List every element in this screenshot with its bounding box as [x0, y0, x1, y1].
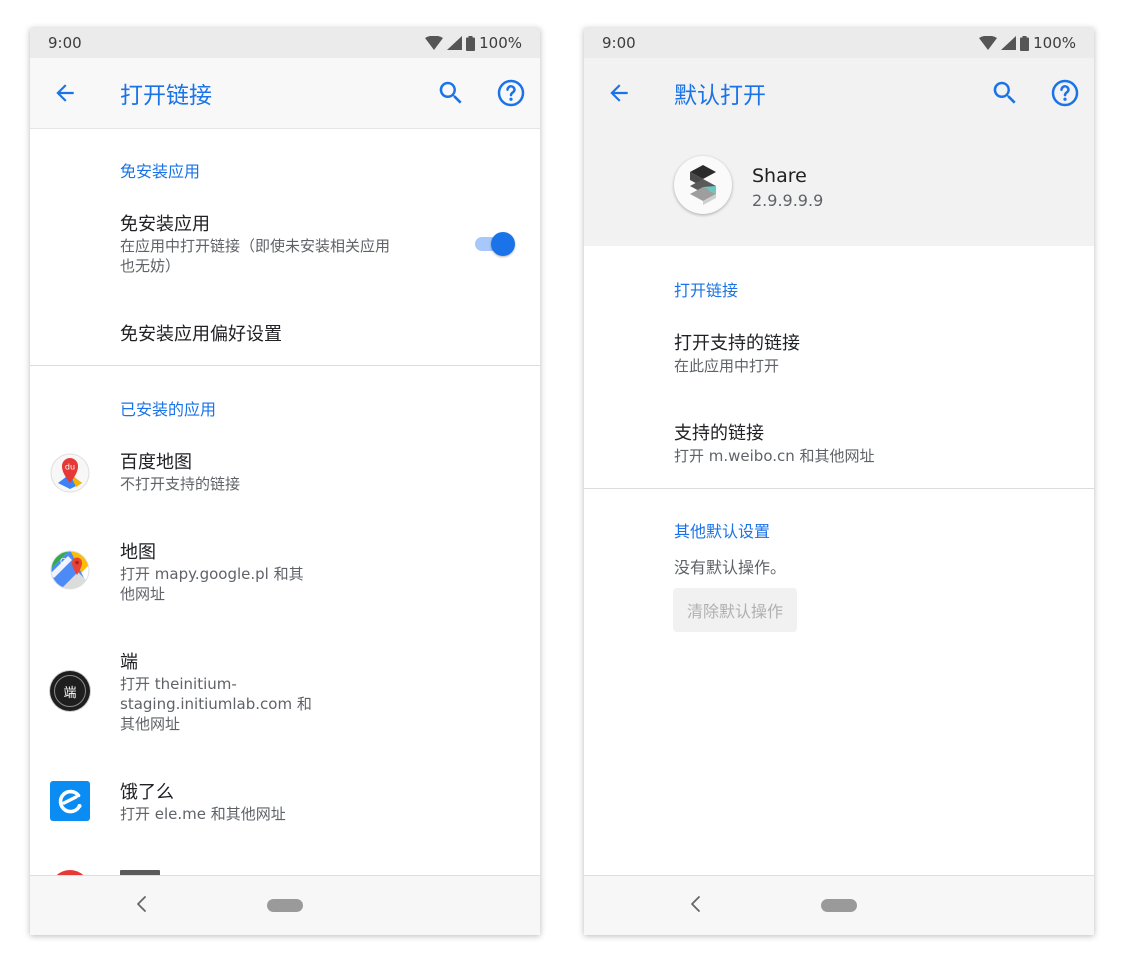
section-header-open-links: 打开链接: [674, 281, 739, 300]
app-info-header: Share 2.9.9.9.9: [584, 128, 1094, 246]
section-header-installed-apps: 已安装的应用: [120, 400, 217, 419]
page-title: 默认打开: [674, 83, 766, 109]
help-icon[interactable]: [1050, 78, 1080, 108]
wifi-icon: [425, 36, 444, 50]
app-bar: 默认打开: [584, 58, 1094, 128]
back-arrow-icon[interactable]: [52, 80, 78, 106]
wifi-icon: [979, 36, 998, 50]
status-bar: 9:00 100%: [584, 28, 1094, 58]
battery-icon: [1020, 35, 1030, 51]
instant-apps-subtitle-line: 也无妨）: [120, 257, 181, 275]
nav-back-icon[interactable]: [134, 894, 150, 914]
status-time: 9:00: [48, 34, 82, 52]
app-name: 百度地图: [120, 452, 192, 473]
svg-text:du: du: [65, 463, 75, 472]
supported-links-title: 支持的链接: [674, 423, 764, 444]
section-header-instant-apps: 免安装应用: [120, 162, 201, 181]
nav-home-pill[interactable]: [821, 899, 857, 912]
help-icon[interactable]: [496, 78, 526, 108]
status-icons: 100%: [979, 34, 1076, 52]
eleme-icon: [50, 781, 90, 821]
description-line: staging.initiumlab.com 和: [120, 695, 312, 713]
open-supported-links-subtitle: 在此应用中打开: [674, 357, 780, 375]
app-version: 2.9.9.9.9: [752, 191, 824, 210]
instant-apps-preferences[interactable]: 免安装应用偏好设置: [120, 320, 282, 346]
divider: [584, 488, 1094, 489]
app-name: 饿了么: [120, 782, 174, 803]
nav-back-icon[interactable]: [688, 894, 704, 914]
app-link-description: 打开 theinitium- staging.initiumlab.com 和 …: [120, 674, 312, 734]
app-link-description: 打开 mapy.google.pl 和其 他网址: [120, 564, 304, 604]
battery-icon: [466, 35, 476, 51]
nav-home-pill[interactable]: [267, 899, 303, 912]
search-icon[interactable]: [990, 78, 1020, 108]
description-line: 打开 mapy.google.pl 和其: [120, 565, 304, 583]
app-link-description: 不打开支持的链接: [120, 474, 240, 494]
google-maps-icon: G: [50, 550, 90, 590]
initium-icon-glyph: 端: [63, 686, 77, 701]
search-icon[interactable]: [436, 78, 466, 108]
instant-apps-subtitle: 在应用中打开链接（即使未安装相关应用 也无妨）: [120, 236, 390, 276]
navigation-bar: [584, 875, 1094, 935]
initium-icon: 端: [50, 671, 90, 711]
cell-signal-icon: [1001, 36, 1017, 50]
app-bar: 打开链接: [30, 58, 540, 129]
description-line: 不打开支持的链接: [120, 475, 241, 493]
phone-screen-open-links: 9:00 100% 打开链接 免安装应用 免安装应用 在应用中打开链接（即使未安…: [30, 28, 540, 935]
description-line: 其他网址: [120, 715, 181, 733]
divider: [30, 365, 540, 366]
toggle-thumb: [491, 232, 515, 256]
status-bar: 9:00 100%: [30, 28, 540, 58]
supported-links-subtitle: 打开 m.weibo.cn 和其他网址: [674, 447, 875, 465]
app-name: 端: [120, 652, 138, 673]
description-line: 打开 theinitium-: [120, 675, 237, 693]
share-logo-icon: [674, 156, 732, 214]
cell-signal-icon: [447, 36, 463, 50]
phone-screen-open-by-default: 9:00 100% 默认打开 Share 2.9.9.9.9 打开链接 打开支持…: [584, 28, 1094, 935]
app-link-description: 打开 ele.me 和其他网址: [120, 804, 286, 824]
app-name: Share: [752, 165, 807, 187]
baidu-map-icon: du: [50, 453, 90, 493]
instant-apps-title: 免安装应用: [120, 214, 210, 235]
status-time: 9:00: [602, 34, 636, 52]
description-line: 打开 ele.me 和其他网址: [120, 805, 286, 823]
open-supported-links-title: 打开支持的链接: [674, 333, 800, 354]
description-line: 他网址: [120, 585, 166, 603]
back-arrow-icon[interactable]: [606, 80, 632, 106]
navigation-bar: [30, 875, 540, 935]
page-title: 打开链接: [120, 83, 212, 109]
battery-percent: 100%: [479, 34, 522, 52]
clear-defaults-button[interactable]: 清除默认操作: [673, 588, 797, 632]
instant-apps-toggle[interactable]: [473, 231, 517, 257]
section-header-other-defaults: 其他默认设置: [674, 522, 771, 541]
app-name: 地图: [120, 542, 156, 563]
instant-apps-subtitle-line: 在应用中打开链接（即使未安装相关应用: [120, 237, 391, 255]
svg-text:G: G: [60, 557, 66, 566]
no-default-actions-text: 没有默认操作。: [674, 558, 787, 577]
status-icons: 100%: [425, 34, 522, 52]
battery-percent: 100%: [1033, 34, 1076, 52]
